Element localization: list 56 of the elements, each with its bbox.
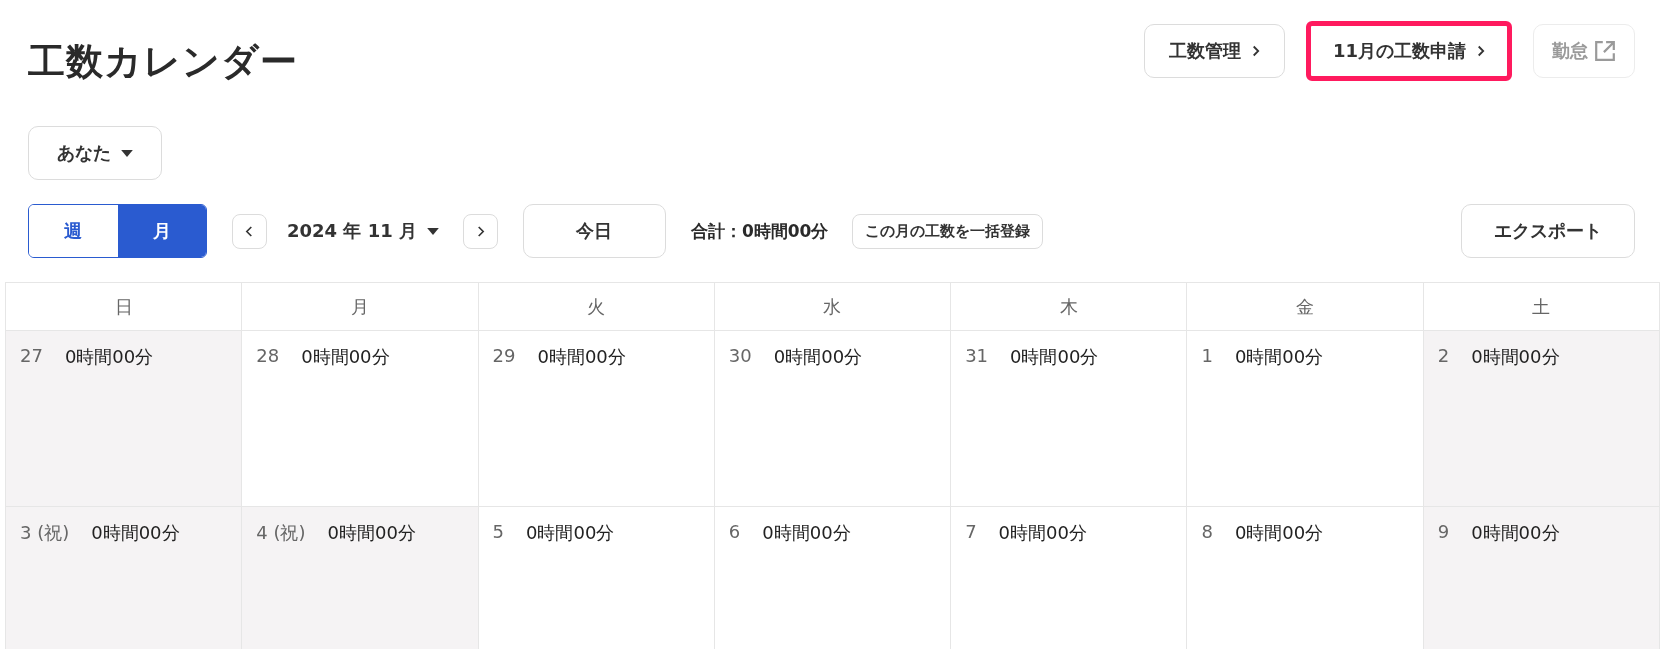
bulk-register-button[interactable]: この月の工数を一括登録 <box>852 213 1044 249</box>
hours-text: 0時間00分 <box>1010 345 1099 369</box>
day-cell[interactable]: 29 0時間00分 <box>478 331 715 507</box>
day-cell[interactable]: 3 (祝) 0時間00分 <box>6 507 243 649</box>
hours-text: 0時間00分 <box>1234 345 1324 369</box>
person-dropdown[interactable]: あなた <box>28 126 162 180</box>
day-number: 28 <box>256 345 280 366</box>
hours-text: 0時間00分 <box>91 521 180 545</box>
day-number: 6 <box>728 521 741 542</box>
hours-text: 0時間00分 <box>526 521 615 545</box>
total-hours: 合計：0時間00分 <box>690 219 829 243</box>
day-cell[interactable]: 2 0時間00分 <box>1423 331 1660 507</box>
next-month-button[interactable] <box>462 213 498 249</box>
chevron-right-icon <box>475 224 485 238</box>
day-number: 2 <box>1437 345 1450 366</box>
day-cell[interactable]: 1 0時間00分 <box>1187 331 1424 507</box>
day-number: 27 <box>20 345 43 366</box>
hours-text: 0時間00分 <box>1471 521 1560 545</box>
hours-text: 0時間00分 <box>998 521 1087 545</box>
day-number: 7 <box>965 521 977 542</box>
chevron-right-icon <box>1250 44 1260 58</box>
hours-text: 0時間00分 <box>762 521 851 545</box>
day-number: 8 <box>1201 521 1213 542</box>
hours-text: 0時間00分 <box>301 345 390 369</box>
hours-text: 0時間00分 <box>1471 345 1560 369</box>
day-number: 1 <box>1201 345 1213 366</box>
day-cell[interactable]: 9 0時間00分 <box>1423 507 1660 649</box>
day-number: 30 <box>728 345 752 366</box>
day-cell[interactable]: 28 0時間00分 <box>242 331 479 507</box>
day-cell[interactable]: 4 (祝) 0時間00分 <box>242 507 479 649</box>
hours-text: 0時間00分 <box>327 521 416 545</box>
hours-text: 0時間00分 <box>64 345 154 369</box>
day-cell[interactable]: 31 0時間00分 <box>951 331 1188 507</box>
view-tab[interactable]: 月 <box>117 205 206 257</box>
day-number: 31 <box>965 345 989 366</box>
chevron-left-icon <box>245 224 254 238</box>
day-number: 29 <box>492 345 516 366</box>
external-link-icon <box>1594 40 1616 62</box>
today-button[interactable]: 今日 <box>522 204 666 258</box>
nav-button[interactable]: 11月の工数申請 <box>1305 21 1512 81</box>
previous-month-button[interactable] <box>232 213 267 249</box>
caret-down-icon <box>121 149 133 157</box>
hours-text: 0時間00分 <box>537 345 626 369</box>
day-number: 5 <box>492 521 504 542</box>
day-number: 4 (祝) <box>256 521 306 545</box>
page-title: 工数カレンダー <box>28 39 298 85</box>
day-number: 3 (祝) <box>20 521 70 545</box>
chevron-right-icon <box>1476 44 1485 58</box>
caret-down-icon <box>426 227 439 235</box>
hours-text: 0時間00分 <box>773 345 863 369</box>
day-cell[interactable]: 27 0時間00分 <box>6 331 243 507</box>
nav-button[interactable]: 工数管理 <box>1143 24 1285 78</box>
export-button[interactable]: エクスポート <box>1461 204 1635 258</box>
day-number: 9 <box>1437 521 1450 542</box>
day-cell[interactable]: 30 0時間00分 <box>714 331 952 507</box>
hours-text: 0時間00分 <box>1234 521 1324 545</box>
